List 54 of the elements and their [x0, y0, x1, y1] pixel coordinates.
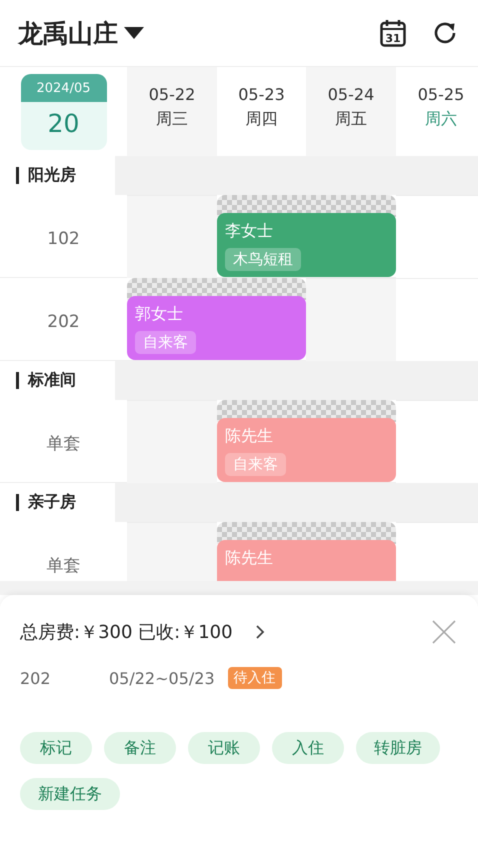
action-button[interactable]: 新建任务 — [20, 778, 120, 810]
weekday-label: 周五 — [335, 109, 367, 130]
source-tag: 自来客 — [135, 331, 196, 354]
booking-block[interactable] — [306, 195, 396, 278]
fee-summary[interactable]: 总房费:￥300 已收:￥100 — [20, 620, 233, 644]
day-number: 20 — [48, 109, 80, 138]
source-tag: 木鸟短租 — [225, 248, 301, 271]
status-badge: 待入住 — [228, 667, 282, 689]
grid-cell[interactable] — [306, 278, 396, 361]
booking-block[interactable] — [217, 400, 306, 483]
close-icon[interactable] — [432, 620, 456, 644]
calendar-icon[interactable]: 31 — [380, 19, 406, 47]
action-button[interactable]: 标记 — [20, 732, 92, 764]
grid-cell[interactable] — [396, 400, 478, 483]
date-range: 05/22~05/23 — [109, 668, 215, 688]
chevron-right-icon[interactable] — [254, 624, 265, 640]
booking-block[interactable] — [306, 522, 396, 581]
grid-cell[interactable] — [127, 522, 217, 581]
room-type-label: 亲子房 — [28, 492, 76, 513]
date-label: 05-24 — [328, 85, 374, 104]
room-number: 202 — [20, 668, 52, 688]
grid-cell[interactable] — [127, 195, 217, 278]
room-label: 单套 — [46, 555, 80, 577]
action-button[interactable]: 备注 — [104, 732, 176, 764]
room-type-label: 标准间 — [28, 370, 76, 391]
action-button[interactable]: 入住 — [272, 732, 344, 764]
room-type-label: 阳光房 — [28, 165, 76, 186]
action-button[interactable]: 记账 — [188, 732, 260, 764]
grid-cell[interactable] — [127, 400, 217, 483]
date-label: 05-22 — [148, 85, 196, 104]
room-label: 单套 — [46, 433, 80, 455]
guest-name: 李女士 — [225, 221, 273, 242]
booking-block[interactable] — [217, 195, 306, 278]
date-label: 05-23 — [238, 85, 285, 104]
booking-block[interactable] — [217, 278, 306, 361]
weekday-label: 周六 — [425, 109, 457, 130]
date-badge[interactable]: 2024/05 20 — [20, 74, 106, 150]
guest-name: 陈先生 — [225, 426, 273, 447]
grid-cell[interactable] — [396, 195, 478, 278]
source-tag: 自来客 — [225, 453, 286, 476]
guest-name: 陈先生 — [225, 548, 273, 569]
month-label: 2024/05 — [20, 74, 106, 102]
booking-block[interactable] — [127, 278, 217, 361]
property-title[interactable]: 龙禹山庄 — [18, 16, 118, 50]
refresh-icon[interactable] — [432, 20, 458, 46]
dropdown-icon[interactable] — [124, 27, 144, 39]
guest-name: 郭女士 — [135, 304, 183, 325]
booking-block[interactable] — [306, 400, 396, 483]
date-label: 05-25 — [418, 85, 464, 104]
weekday-label: 周三 — [156, 109, 188, 130]
room-label: 102 — [47, 228, 80, 248]
room-label: 202 — [47, 312, 80, 332]
action-button[interactable]: 转脏房 — [356, 732, 440, 764]
weekday-label: 周四 — [246, 109, 278, 130]
